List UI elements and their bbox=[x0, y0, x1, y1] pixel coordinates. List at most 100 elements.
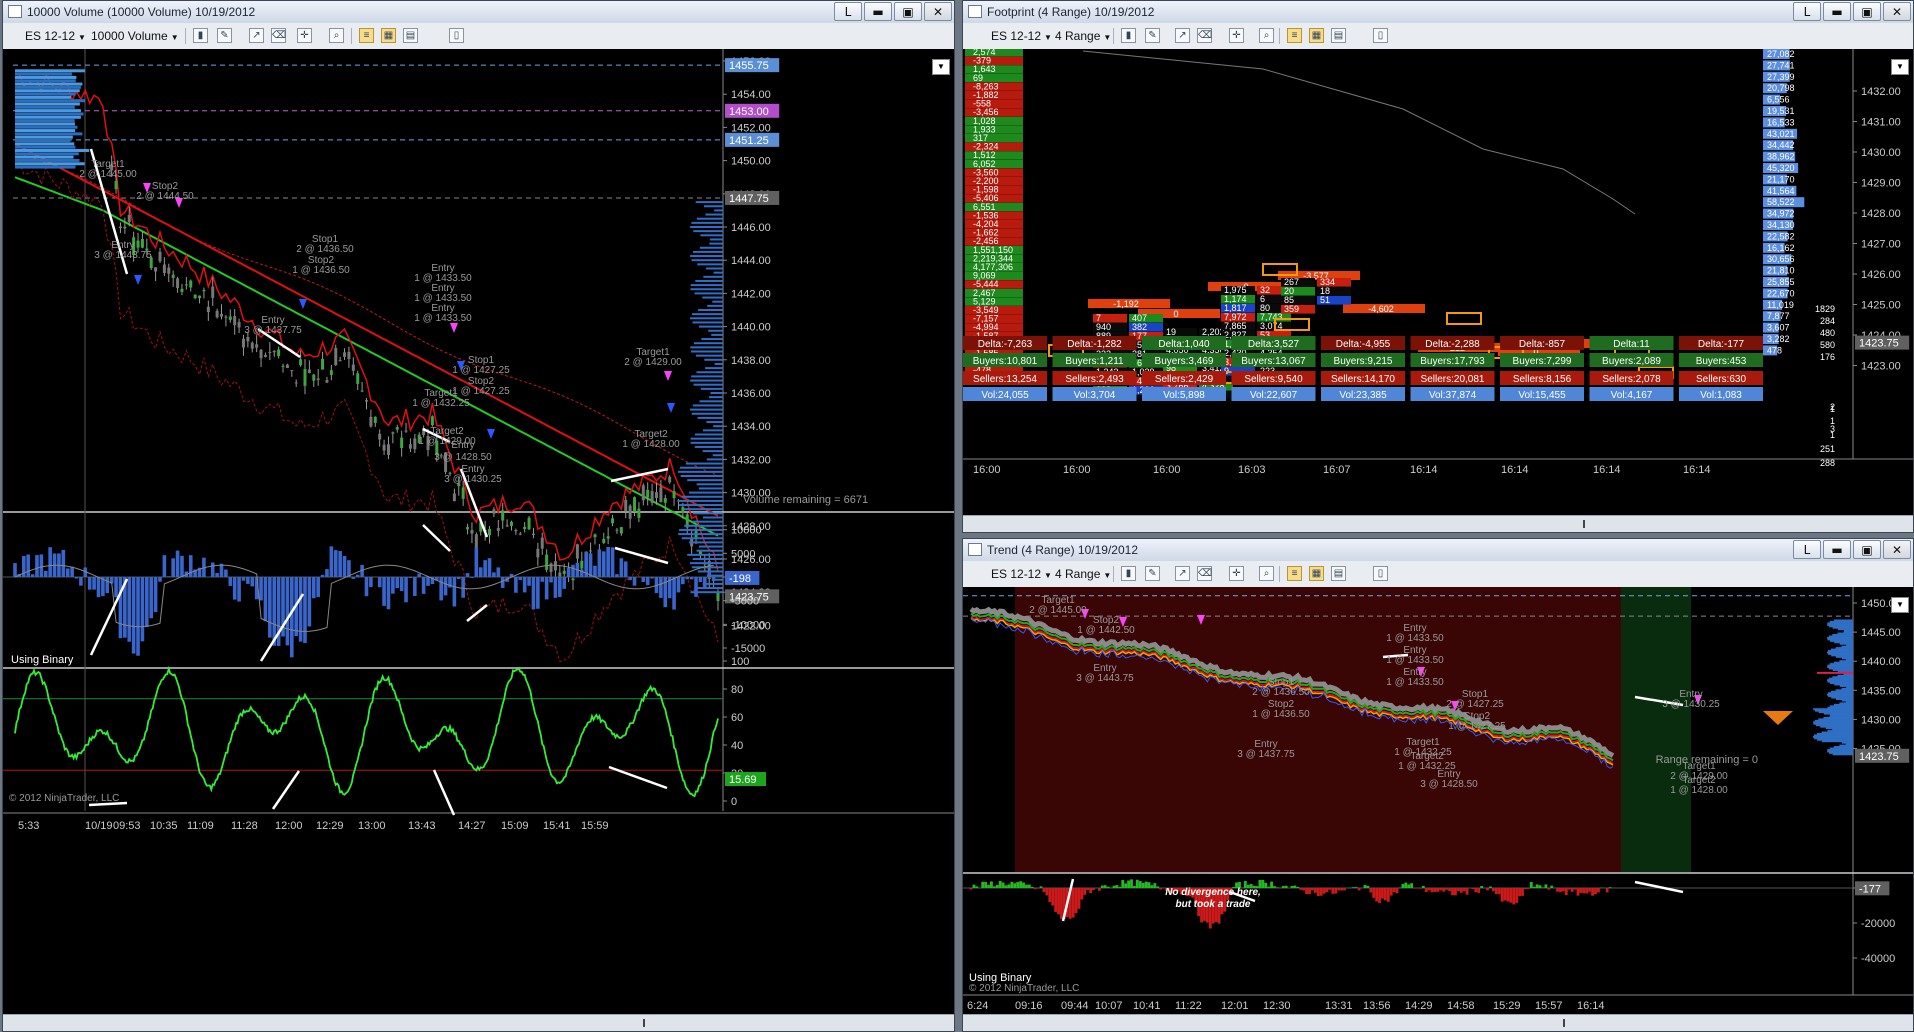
delta-bar bbox=[1401, 884, 1405, 888]
time-tick-label: 12:01 bbox=[1221, 1000, 1249, 1012]
candle-body bbox=[589, 550, 593, 552]
eraser-icon[interactable]: ⌫ bbox=[1197, 28, 1212, 43]
close-button[interactable]: ✕ bbox=[924, 2, 952, 21]
chart-menu-button[interactable]: ▼ bbox=[932, 59, 950, 75]
delta-bar bbox=[307, 577, 312, 627]
minimize-button[interactable]: ▬ bbox=[1823, 2, 1851, 21]
strategies-icon[interactable]: ▤ bbox=[1331, 566, 1346, 581]
pencil-icon[interactable]: ✎ bbox=[1145, 28, 1160, 43]
delta-tick-label: -5000 bbox=[731, 596, 759, 608]
delta-bar bbox=[1337, 888, 1341, 891]
price-tick-label: 1427.00 bbox=[1861, 239, 1901, 251]
maximize-button[interactable]: ▣ bbox=[1853, 540, 1881, 559]
delta-bar bbox=[1153, 883, 1157, 888]
pencil-icon[interactable]: ✎ bbox=[217, 28, 232, 43]
instrument-selector[interactable]: ES 12-12 ▼ bbox=[991, 565, 1052, 583]
trend-chart-canvas[interactable]: 1450.001445.001440.001435.001430.001425.… bbox=[963, 587, 1914, 1017]
properties-icon[interactable]: ≡ bbox=[359, 28, 374, 43]
time-tick-label: 16:00 bbox=[1063, 464, 1091, 476]
footprint-chart-canvas[interactable]: 1432.00 1431.00 1430.00 1429.00 1428.00 1427.… bbox=[963, 49, 1914, 516]
candle-body bbox=[611, 518, 615, 524]
maximize-button[interactable]: ▣ bbox=[894, 2, 922, 21]
crosshair-icon[interactable]: ✛ bbox=[1229, 28, 1244, 43]
volume-profile-bar bbox=[685, 462, 723, 465]
horizontal-scrollbar[interactable] bbox=[963, 1014, 1913, 1031]
candle-body bbox=[619, 527, 623, 534]
link-button[interactable]: L bbox=[1793, 2, 1821, 21]
period-selector[interactable]: 4 Range ▼ bbox=[1055, 27, 1111, 45]
time-tick-label: 10/19 bbox=[85, 820, 113, 832]
delta-bar bbox=[1439, 888, 1443, 891]
trend-chart-window[interactable]: Trend (4 Range) 10/19/2012 L ▬ ▣ ✕ ES 12… bbox=[962, 538, 1914, 1032]
close-button[interactable]: ✕ bbox=[1883, 540, 1911, 559]
maximize-button[interactable]: ▣ bbox=[1853, 2, 1881, 21]
chart-menu-button[interactable]: ▼ bbox=[1891, 59, 1909, 75]
delta-bar bbox=[1442, 888, 1446, 892]
delta-bar bbox=[131, 577, 136, 654]
eraser-icon[interactable]: ⌫ bbox=[1197, 566, 1212, 581]
horizontal-scrollbar[interactable] bbox=[3, 1014, 954, 1031]
pencil-icon[interactable]: ✎ bbox=[1145, 566, 1160, 581]
session-profile-bar bbox=[15, 115, 81, 119]
minimize-button[interactable]: ▬ bbox=[864, 2, 892, 21]
data-box-icon[interactable]: ▯ bbox=[449, 28, 464, 43]
chart-menu-button[interactable]: ▼ bbox=[1891, 597, 1909, 613]
right-volume-label: 38,962 bbox=[1767, 152, 1795, 162]
indicators-icon[interactable]: ▦ bbox=[1309, 28, 1324, 43]
delta-bar bbox=[246, 577, 250, 584]
delta-bar bbox=[1608, 887, 1612, 888]
volume-profile-bar bbox=[709, 242, 723, 245]
crosshair-icon[interactable]: ✛ bbox=[1229, 566, 1244, 581]
eraser-icon[interactable]: ⌫ bbox=[271, 28, 286, 43]
delta-tick-label: -15000 bbox=[731, 643, 765, 655]
delta-bar bbox=[990, 881, 993, 888]
volume-profile-bar bbox=[679, 528, 723, 531]
bar-type-icon[interactable]: ▮ bbox=[193, 28, 208, 43]
trend-window-titlebar[interactable]: Trend (4 Range) 10/19/2012 L ▬ ▣ ✕ bbox=[963, 539, 1913, 562]
trade-annotation: 2 @ 1436.50 bbox=[1252, 687, 1310, 698]
delta-bar bbox=[518, 577, 523, 581]
volume-profile-bar bbox=[702, 516, 723, 519]
volume-chart-window[interactable]: 10000 Volume (10000 Volume) 10/19/2012 L… bbox=[2, 0, 955, 1032]
volume-chart-canvas[interactable]: 1456.001454.001452.001450.001448.001446.… bbox=[3, 49, 955, 1013]
delta-flag: -177 bbox=[1859, 883, 1881, 895]
footprint-chart-window[interactable]: Footprint (4 Range) 10/19/2012 L ▬ ▣ ✕ E… bbox=[962, 0, 1914, 533]
volume-window-titlebar[interactable]: 10000 Volume (10000 Volume) 10/19/2012 L… bbox=[3, 1, 954, 24]
crosshair-icon[interactable]: ✛ bbox=[297, 28, 312, 43]
price-flag: 1453.00 bbox=[729, 106, 769, 118]
data-box-icon[interactable]: ▯ bbox=[1373, 28, 1388, 43]
bar-type-icon[interactable]: ▮ bbox=[1121, 28, 1136, 43]
period-selector[interactable]: 10000 Volume ▼ bbox=[91, 27, 179, 45]
zoom-icon[interactable]: ⌕ bbox=[1259, 566, 1274, 581]
strategies-icon[interactable]: ▤ bbox=[403, 28, 418, 43]
delta-bar bbox=[404, 577, 408, 603]
link-button[interactable]: L bbox=[834, 2, 862, 21]
minimize-button[interactable]: ▬ bbox=[1823, 540, 1851, 559]
indicators-icon[interactable]: ▦ bbox=[381, 28, 396, 43]
delta-bar bbox=[1436, 888, 1440, 892]
delta-bar bbox=[650, 577, 654, 579]
properties-icon[interactable]: ≡ bbox=[1287, 28, 1302, 43]
candle-body bbox=[312, 374, 316, 381]
bar-type-icon[interactable]: ▮ bbox=[1121, 566, 1136, 581]
properties-icon[interactable]: ≡ bbox=[1287, 566, 1302, 581]
instrument-selector[interactable]: ES 12-12 ▼ bbox=[25, 27, 86, 45]
link-button[interactable]: L bbox=[1793, 540, 1821, 559]
candle-body bbox=[527, 517, 531, 530]
zoom-icon[interactable]: ⌕ bbox=[329, 28, 344, 43]
indicators-icon[interactable]: ▦ bbox=[1309, 566, 1324, 581]
close-button[interactable]: ✕ bbox=[1883, 2, 1911, 21]
draw-tool-icon[interactable]: ↗ bbox=[1175, 566, 1190, 581]
volume-profile-bar bbox=[701, 338, 723, 341]
data-box-icon[interactable]: ▯ bbox=[1373, 566, 1388, 581]
footprint-window-titlebar[interactable]: Footprint (4 Range) 10/19/2012 L ▬ ▣ ✕ bbox=[963, 1, 1913, 24]
period-selector[interactable]: 4 Range ▼ bbox=[1055, 565, 1111, 583]
trade-annotation: 3 @ 1437.75 bbox=[244, 325, 302, 336]
delta-bar bbox=[136, 577, 140, 656]
draw-tool-icon[interactable]: ↗ bbox=[249, 28, 264, 43]
horizontal-scrollbar[interactable] bbox=[963, 515, 1913, 532]
instrument-selector[interactable]: ES 12-12 ▼ bbox=[991, 27, 1052, 45]
zoom-icon[interactable]: ⌕ bbox=[1259, 28, 1274, 43]
draw-tool-icon[interactable]: ↗ bbox=[1175, 28, 1190, 43]
strategies-icon[interactable]: ▤ bbox=[1331, 28, 1346, 43]
